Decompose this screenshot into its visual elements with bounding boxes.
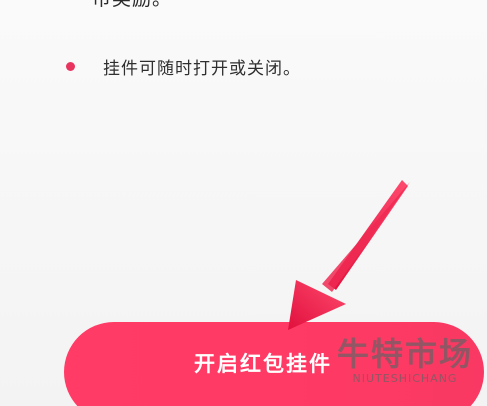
watermark-subtitle: NIUTESHICHANG: [352, 372, 458, 385]
bullet-item: 挂件可随时打开或关闭。: [66, 52, 301, 80]
enable-widget-label: 开启红包挂件: [194, 353, 332, 376]
bullet-text: 挂件可随时打开或关闭。: [103, 58, 301, 79]
pointer-arrow-icon: [288, 180, 410, 330]
partial-text-line: 币奖励。: [92, 0, 172, 11]
screen: 币奖励。 挂件可随时打开或关闭。 开启红包挂件 牛特市场 NIUTESHICHA…: [0, 0, 487, 406]
watermark-title: 牛特市场: [336, 335, 473, 373]
bullet-dot-icon: [66, 61, 75, 71]
watermark: 牛特市场 NIUTESHICHANG: [330, 336, 480, 386]
